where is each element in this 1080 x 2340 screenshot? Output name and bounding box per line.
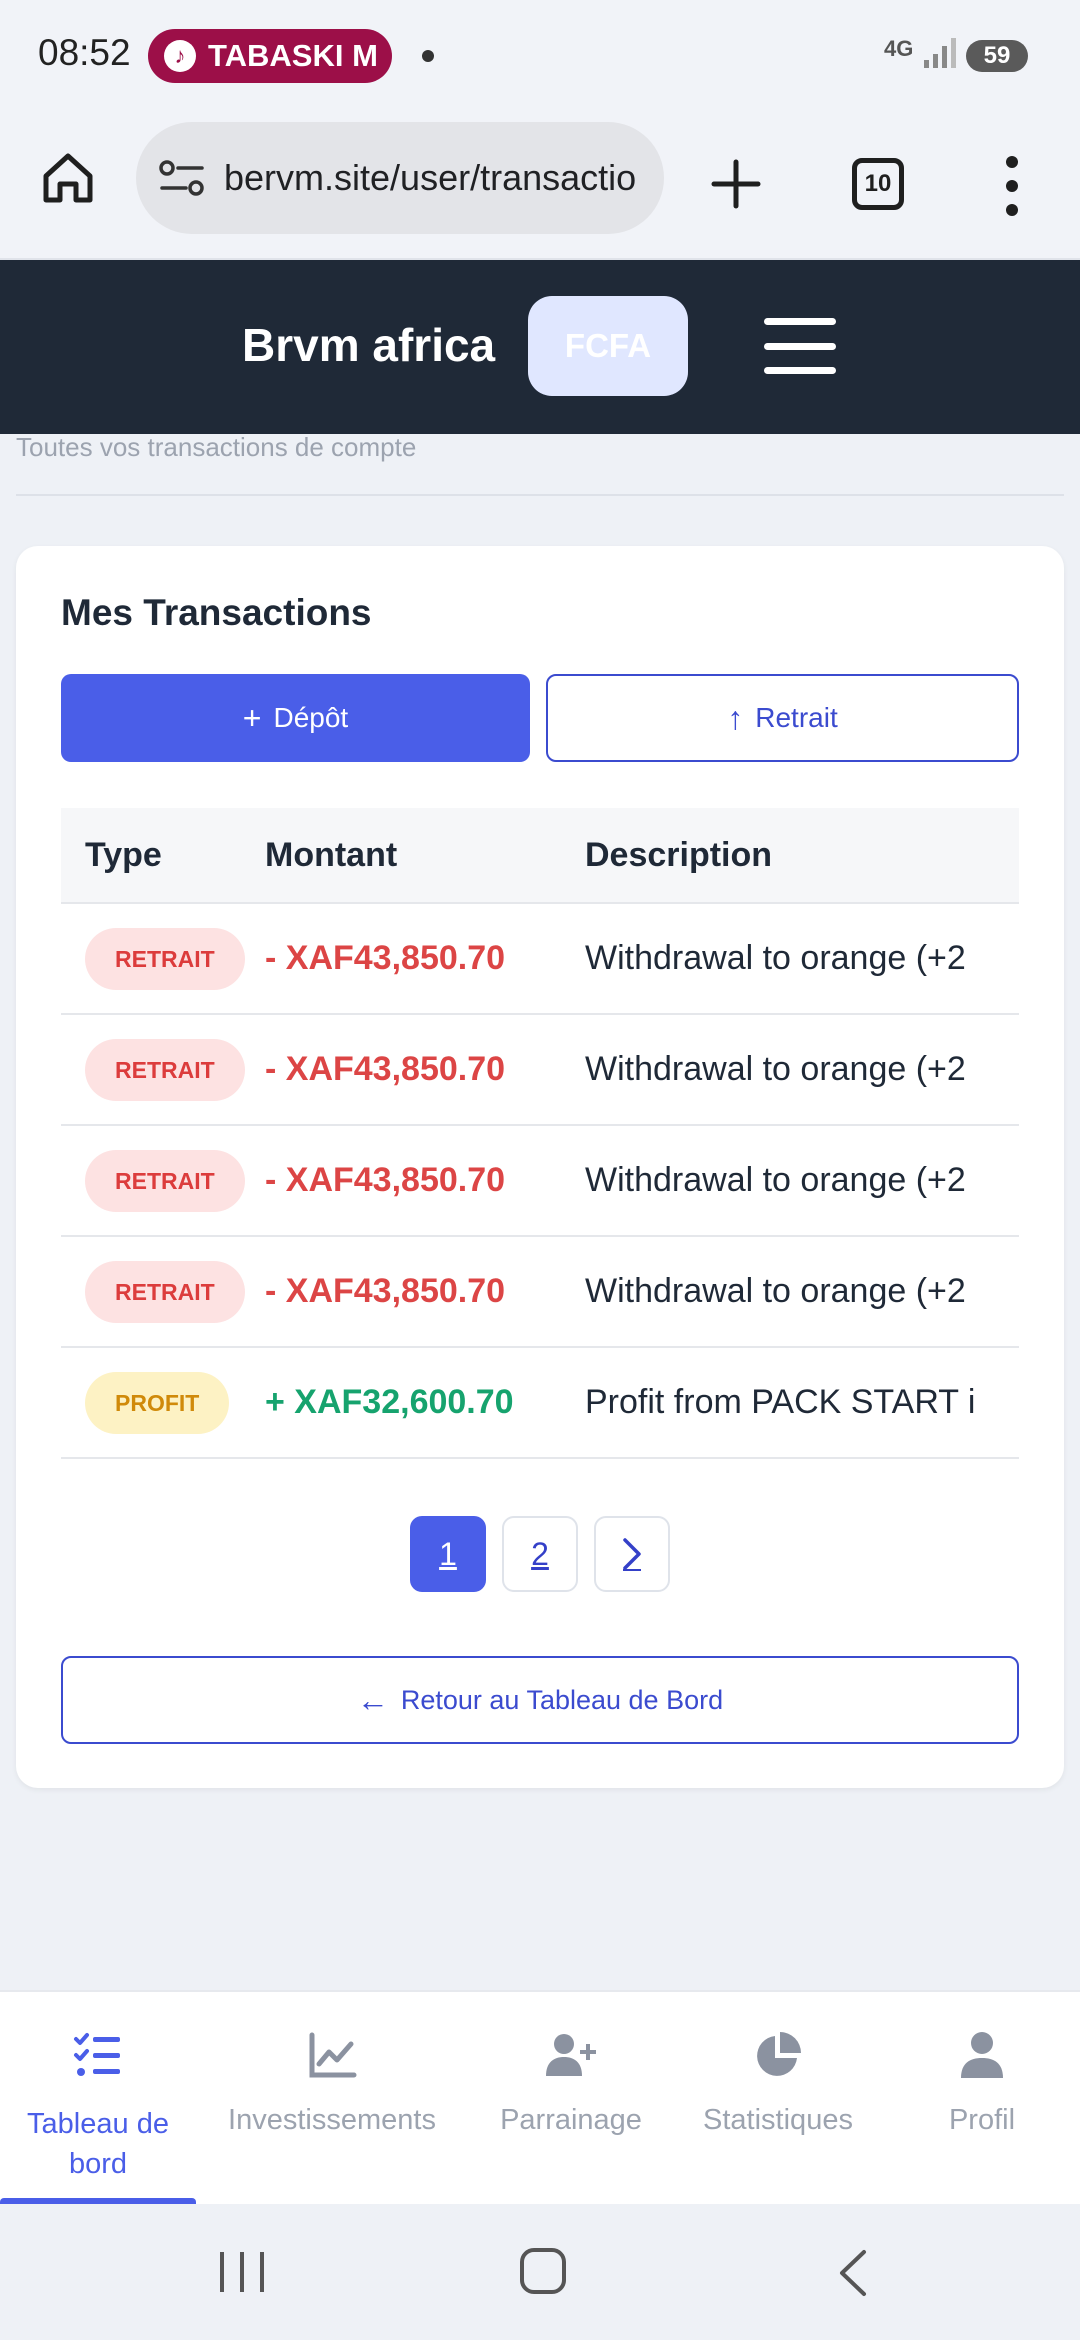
nav-label: Tableau de bord	[27, 2108, 169, 2180]
chart-line-icon	[309, 2032, 357, 2078]
music-note-icon: ♪	[164, 40, 196, 72]
deposit-label: Dépôt	[273, 702, 349, 733]
recent-apps-icon[interactable]	[220, 2252, 264, 2292]
home-icon[interactable]	[40, 150, 96, 206]
home-button-icon[interactable]	[520, 2248, 566, 2294]
column-header-amount: Montant	[265, 835, 398, 874]
description-text: Profit from PACK START i	[585, 1383, 976, 1421]
table-header: Type Montant Description	[61, 808, 1019, 904]
url-text: bervm.site/user/transactio	[224, 157, 637, 198]
list-check-icon	[74, 2033, 120, 2076]
hamburger-menu-icon[interactable]	[764, 318, 836, 374]
amount-value: - XAF43,850.70	[265, 1161, 506, 1199]
amount-value: - XAF43,850.70	[265, 1050, 506, 1088]
nav-label: Parrainage	[500, 2104, 642, 2136]
back-to-dashboard-button[interactable]: ← Retour au Tableau de Bord	[61, 1656, 1019, 1744]
description-text: Withdrawal to orange (+2	[585, 939, 966, 977]
nav-item-referral[interactable]: Parrainage	[488, 2030, 654, 2137]
page-1-button[interactable]: 1	[410, 1516, 486, 1592]
nav-item-dashboard[interactable]: Tableau de bord	[18, 2030, 178, 2184]
type-badge: RETRAIT	[85, 1038, 245, 1101]
notification-label: TABASKI M	[208, 38, 378, 73]
currency-button[interactable]: FCFA	[528, 296, 688, 396]
type-badge: RETRAIT	[85, 1260, 245, 1323]
brand-title[interactable]: Brvm africa	[242, 318, 495, 372]
table-row: RETRAIT - XAF43,850.70 Withdrawal to ora…	[61, 1015, 1019, 1126]
notification-dot-icon	[422, 50, 434, 62]
table-row: RETRAIT - XAF43,850.70 Withdrawal to ora…	[61, 1126, 1019, 1237]
description-text: Withdrawal to orange (+2	[585, 1272, 966, 1310]
pagination: 1 2	[16, 1516, 1064, 1592]
nav-item-statistics[interactable]: Statistiques	[690, 2030, 866, 2137]
battery-indicator: 59	[966, 40, 1028, 72]
back-label: Retour au Tableau de Bord	[400, 1684, 724, 1715]
deposit-button[interactable]: + Dépôt	[61, 674, 530, 762]
browser-toolbar: bervm.site/user/transactio 10	[0, 112, 1080, 260]
next-page-button[interactable]	[594, 1516, 670, 1592]
chevron-right-icon	[623, 1538, 641, 1571]
table-row: PROFIT + XAF32,600.70 Profit from PACK S…	[61, 1348, 1019, 1459]
plus-icon: +	[242, 699, 262, 736]
nav-label: Statistiques	[703, 2104, 853, 2136]
card-title: Mes Transactions	[61, 592, 372, 633]
amount-value: - XAF43,850.70	[265, 939, 506, 977]
table-row: RETRAIT - XAF43,850.70 Withdrawal to ora…	[61, 1237, 1019, 1348]
withdraw-label: Retrait	[755, 702, 838, 733]
network-type: 4G	[884, 36, 914, 61]
transactions-card: Mes Transactions + Dépôt ↑ Retrait Type …	[16, 546, 1064, 1788]
nav-label: Profil	[948, 2104, 1016, 2136]
page-subtitle: Toutes vos transactions de compte	[16, 432, 417, 462]
user-plus-icon	[546, 2034, 596, 2076]
arrow-up-icon: ↑	[727, 699, 744, 736]
type-badge: PROFIT	[85, 1371, 230, 1434]
more-vert-icon[interactable]	[1000, 156, 1024, 216]
signal-icon	[924, 38, 956, 68]
status-time: 08:52	[38, 32, 131, 73]
table-row: RETRAIT - XAF43,850.70 Withdrawal to ora…	[61, 904, 1019, 1015]
address-bar[interactable]: bervm.site/user/transactio	[136, 122, 664, 234]
status-bar: 08:52 ♪ TABASKI M 4G 59	[0, 0, 1080, 112]
arrow-left-icon: ←	[356, 1681, 389, 1718]
user-icon	[961, 2032, 1003, 2078]
column-header-type: Type	[85, 835, 162, 874]
plus-icon[interactable]	[708, 156, 764, 212]
withdraw-button[interactable]: ↑ Retrait	[546, 674, 1019, 762]
description-text: Withdrawal to orange (+2	[585, 1161, 966, 1199]
tab-switcher-button[interactable]: 10	[852, 158, 904, 210]
back-icon[interactable]	[832, 2248, 872, 2298]
app-header: Brvm africa FCFA	[0, 260, 1080, 434]
transactions-table: Type Montant Description RETRAIT - XAF43…	[61, 808, 1019, 1459]
nav-label: Investissements	[228, 2104, 436, 2136]
notification-pill[interactable]: ♪ TABASKI M	[148, 29, 392, 83]
type-badge: RETRAIT	[85, 1149, 245, 1212]
page-2-button[interactable]: 2	[502, 1516, 578, 1592]
pie-chart-icon	[757, 2032, 801, 2076]
amount-value: + XAF32,600.70	[265, 1383, 514, 1421]
nav-item-investments[interactable]: Investissements	[214, 2030, 450, 2137]
column-header-description: Description	[585, 835, 773, 874]
system-nav-bar	[0, 2204, 1080, 2340]
description-text: Withdrawal to orange (+2	[585, 1050, 966, 1088]
divider	[16, 494, 1064, 496]
nav-item-profile[interactable]: Profil	[924, 2030, 1040, 2137]
bottom-nav: Tableau de bord Investissements Parraina…	[0, 1990, 1080, 2206]
type-badge: RETRAIT	[85, 927, 245, 990]
amount-value: - XAF43,850.70	[265, 1272, 506, 1310]
site-settings-icon[interactable]	[158, 158, 206, 198]
